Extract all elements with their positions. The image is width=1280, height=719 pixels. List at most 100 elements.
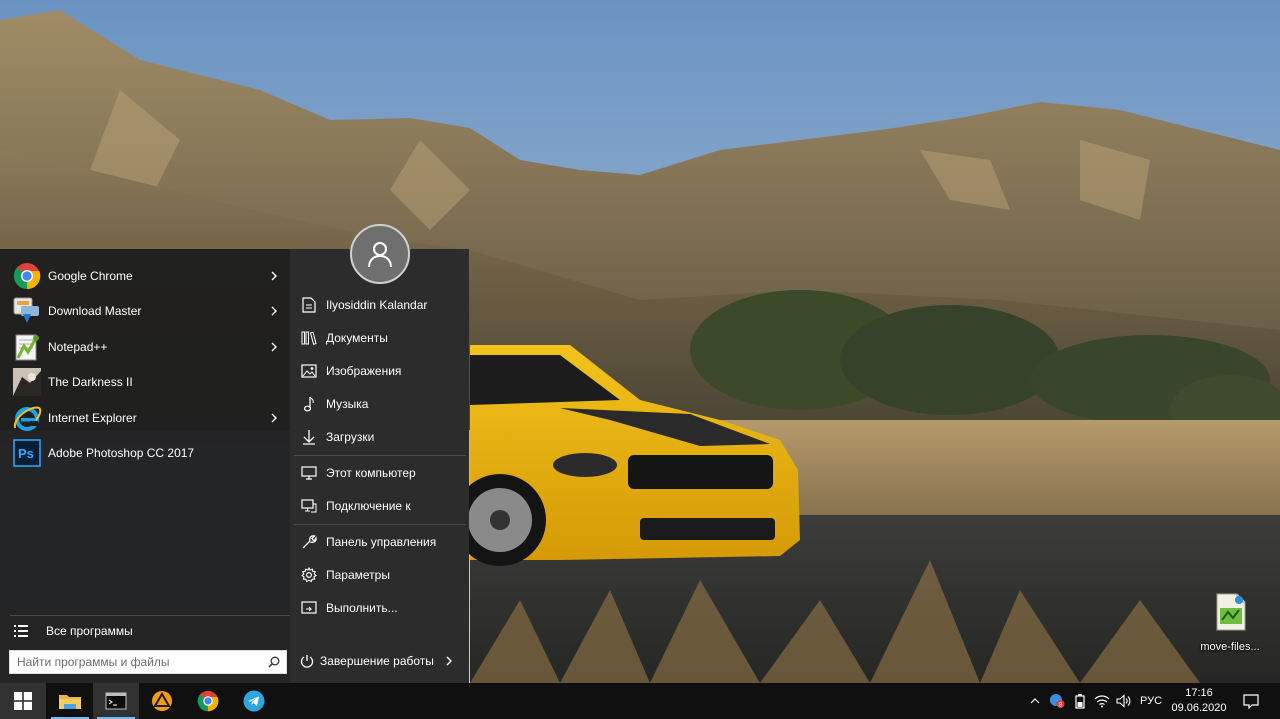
taskbar-aimp[interactable] <box>139 683 185 719</box>
user-avatar[interactable] <box>350 224 410 284</box>
user-name-label: Ilyosiddin Kalandar <box>326 298 428 312</box>
places-label: Музыка <box>326 397 369 411</box>
start-item-notepad-plus-plus[interactable]: Notepad++ <box>0 329 290 365</box>
script-file-icon <box>1211 592 1249 635</box>
desktop-icon-label: move-files... <box>1200 641 1260 653</box>
chevron-right-icon[interactable] <box>268 341 280 353</box>
search-icon[interactable] <box>262 651 286 673</box>
start-item-download-master[interactable]: Download Master <box>0 294 290 330</box>
all-programs-button[interactable]: Все программы <box>0 619 290 643</box>
places-settings[interactable]: Параметры <box>294 560 466 590</box>
taskbar: 8 РУС 17:16 09.06.2020 <box>0 683 1280 719</box>
tray-network[interactable] <box>1092 683 1112 719</box>
places-label: Этот компьютер <box>326 466 416 480</box>
places-control-panel[interactable]: Панель управления <box>294 527 466 557</box>
library-icon <box>300 329 318 347</box>
places-pictures[interactable]: Изображения <box>294 356 466 386</box>
places-downloads[interactable]: Загрузки <box>294 422 466 452</box>
notification-badge: 8 <box>1059 701 1063 708</box>
app-notification-icon: 8 <box>1050 694 1065 708</box>
start-menu: Google Chrome Download Master Notepad++ … <box>0 249 469 683</box>
places-label: Изображения <box>326 364 402 378</box>
places-label: Панель управления <box>326 535 437 549</box>
run-icon <box>300 599 318 617</box>
chevron-right-icon[interactable] <box>443 655 455 667</box>
pinned-programs-list: Google Chrome Download Master Notepad++ … <box>0 258 290 471</box>
user-account-link[interactable]: Ilyosiddin Kalandar <box>294 290 466 320</box>
action-center-button[interactable] <box>1236 683 1266 719</box>
clock-date: 09.06.2020 <box>1171 702 1227 714</box>
network-connect-icon <box>300 497 318 515</box>
start-menu-divider <box>10 615 290 616</box>
start-item-internet-explorer[interactable]: Internet Explorer <box>0 400 290 436</box>
tray-battery[interactable] <box>1070 683 1090 719</box>
taskbar-command-prompt[interactable] <box>93 683 139 719</box>
tray-volume[interactable] <box>1114 683 1134 719</box>
input-language-label: РУС <box>1139 695 1163 707</box>
start-menu-programs-pane: Google Chrome Download Master Notepad++ … <box>0 249 290 683</box>
places-connect-to[interactable]: Подключение к <box>294 491 466 521</box>
show-hidden-icons-button[interactable] <box>1026 683 1044 719</box>
chrome-icon <box>197 690 219 712</box>
windows-logo-icon <box>14 692 32 710</box>
start-menu-places-pane: Ilyosiddin Kalandar Документы Изображени… <box>290 249 469 683</box>
places-divider <box>294 524 466 525</box>
photoshop-icon: Ps <box>12 438 42 468</box>
start-search-input[interactable] <box>10 651 262 673</box>
start-item-label: Notepad++ <box>48 339 108 354</box>
speaker-icon <box>1116 694 1131 708</box>
places-label: Подключение к <box>326 499 411 513</box>
notepad-plus-plus-icon <box>12 332 42 362</box>
music-note-icon <box>300 395 318 413</box>
shutdown-button[interactable]: Завершение работы <box>300 647 460 675</box>
chevron-up-icon <box>1030 698 1040 704</box>
aimp-icon <box>152 691 172 711</box>
shutdown-label: Завершение работы <box>320 654 434 668</box>
download-master-icon <box>12 296 42 326</box>
folder-icon <box>59 695 81 709</box>
start-item-darkness-ii[interactable]: The Darkness II <box>0 365 290 401</box>
places-documents[interactable]: Документы <box>294 323 466 353</box>
tray-notification-app[interactable]: 8 <box>1047 683 1067 719</box>
places-this-pc[interactable]: Этот компьютер <box>294 458 466 488</box>
action-center-icon <box>1243 694 1259 709</box>
start-search-box <box>9 650 287 674</box>
start-item-google-chrome[interactable]: Google Chrome <box>0 258 290 294</box>
start-item-photoshop[interactable]: Ps Adobe Photoshop CC 2017 <box>0 436 290 472</box>
all-programs-label: Все программы <box>46 624 133 638</box>
start-item-label: Google Chrome <box>48 268 133 283</box>
internet-explorer-icon <box>12 403 42 433</box>
places-divider <box>294 455 466 456</box>
user-icon <box>368 242 392 268</box>
svg-text:Ps: Ps <box>18 446 34 461</box>
clock-time: 17:16 <box>1185 687 1213 699</box>
download-arrow-icon <box>300 428 318 446</box>
taskbar-clock[interactable]: 17:16 09.06.2020 <box>1168 683 1230 719</box>
list-icon <box>14 625 28 637</box>
battery-icon <box>1075 694 1085 709</box>
places-run[interactable]: Выполнить... <box>294 593 466 623</box>
taskbar-telegram[interactable] <box>231 683 277 719</box>
chevron-right-icon[interactable] <box>268 305 280 317</box>
places-label: Выполнить... <box>326 601 398 615</box>
darkness-ii-icon <box>12 367 42 397</box>
chevron-right-icon[interactable] <box>268 270 280 282</box>
start-item-label: Download Master <box>48 304 142 319</box>
taskbar-file-explorer[interactable] <box>47 683 93 719</box>
desktop-icon-move-files[interactable]: move-files... <box>1192 592 1268 658</box>
wifi-icon <box>1094 695 1110 708</box>
terminal-icon <box>105 692 127 710</box>
gear-icon <box>300 566 318 584</box>
places-music[interactable]: Музыка <box>294 389 466 419</box>
monitor-icon <box>300 464 318 482</box>
start-item-label: The Darkness II <box>48 375 133 390</box>
wrench-icon <box>300 533 318 551</box>
start-button[interactable] <box>0 683 46 719</box>
chrome-icon <box>12 261 42 291</box>
telegram-icon <box>243 690 265 712</box>
start-item-label: Internet Explorer <box>48 410 137 425</box>
tray-language[interactable]: РУС <box>1136 683 1166 719</box>
taskbar-google-chrome[interactable] <box>185 683 231 719</box>
user-folder-icon <box>300 296 318 314</box>
chevron-right-icon[interactable] <box>268 412 280 424</box>
